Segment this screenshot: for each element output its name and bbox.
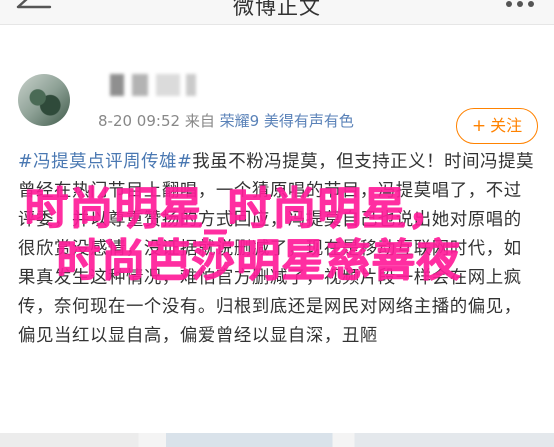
watermark-line-2: 时尚芭莎明星慈善夜 bbox=[56, 235, 461, 286]
post-source[interactable]: 荣耀9 美得有声有色 bbox=[220, 112, 354, 130]
more-button[interactable] bbox=[506, 0, 536, 12]
top-nav-bar: 微博正文 bbox=[0, 0, 554, 25]
page-title: 微博正文 bbox=[233, 0, 321, 19]
avatar[interactable] bbox=[18, 74, 70, 126]
more-dots-icon bbox=[506, 1, 512, 7]
post-time: 8-20 09:52 bbox=[98, 112, 181, 130]
post-meta: 8-20 09:52 来自 荣耀9 美得有声有色 bbox=[98, 110, 354, 131]
follow-label: 关注 bbox=[490, 116, 523, 135]
username-blurred[interactable] bbox=[110, 74, 196, 96]
follow-button[interactable]: + 关注 bbox=[456, 108, 538, 144]
image-strip-partial bbox=[0, 433, 554, 447]
post-header: 8-20 09:52 来自 荣耀9 美得有声有色 + 关注 bbox=[0, 40, 554, 144]
plus-icon: + bbox=[471, 116, 487, 136]
source-prefix: 来自 bbox=[184, 112, 215, 130]
hashtag-link[interactable]: #冯提莫点评周传雄# bbox=[18, 152, 192, 172]
